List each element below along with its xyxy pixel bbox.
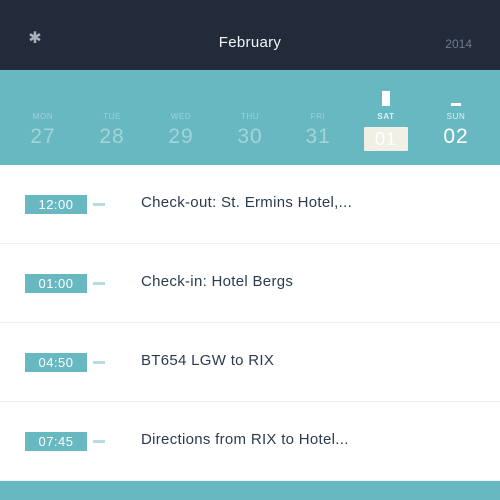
event-row[interactable]: 12:00 Check-out: St. Ermins Hotel,... (0, 165, 500, 244)
day-number: 02 (443, 125, 469, 148)
day-friday[interactable]: FRI 31 (284, 70, 352, 165)
day-number: 30 (237, 125, 263, 148)
week-strip: MON 27 TUE 28 WED 29 THU 30 FRI 31 SAT 0… (0, 70, 500, 165)
event-row[interactable]: 01:00 Check-in: Hotel Bergs (0, 244, 500, 323)
connector-line (93, 203, 105, 206)
day-number: 28 (99, 125, 125, 148)
event-time-badge: 12:00 (25, 195, 87, 214)
day-of-week-label: WED (170, 112, 192, 121)
app-header: ✱ February 2014 (0, 0, 500, 70)
day-thursday[interactable]: THU 30 (216, 70, 284, 165)
day-of-week-label: FRI (310, 112, 326, 121)
connector-line (93, 282, 105, 285)
day-sunday[interactable]: SUN 02 (422, 70, 490, 165)
event-row[interactable]: 04:50 BT654 LGW to RIX (0, 323, 500, 402)
day-tuesday[interactable]: TUE 28 (78, 70, 146, 165)
event-row[interactable]: 07:45 Directions from RIX to Hotel... (0, 402, 500, 481)
day-number: 01 (364, 127, 408, 151)
day-of-week-label: THU (240, 112, 260, 121)
event-marker (451, 103, 461, 106)
day-of-week-label: SAT (377, 112, 395, 121)
connector-line (93, 361, 105, 364)
year-label[interactable]: 2014 (445, 37, 472, 51)
event-marker (382, 91, 390, 106)
event-title: Directions from RIX to Hotel... (141, 431, 349, 448)
event-time-badge: 01:00 (25, 274, 87, 293)
event-title: Check-in: Hotel Bergs (141, 273, 294, 290)
bottom-bar[interactable] (0, 481, 500, 500)
day-saturday-selected[interactable]: SAT 01 (352, 70, 420, 165)
day-number: 29 (168, 125, 194, 148)
day-wednesday[interactable]: WED 29 (147, 70, 215, 165)
event-time-badge: 04:50 (25, 353, 87, 372)
day-of-week-label: SUN (446, 112, 466, 121)
day-of-week-label: MON (32, 112, 54, 121)
event-title: BT654 LGW to RIX (141, 352, 275, 369)
day-of-week-label: TUE (103, 112, 121, 121)
day-number: 31 (305, 125, 331, 148)
event-time-badge: 07:45 (25, 432, 87, 451)
day-number: 27 (30, 125, 56, 148)
month-title[interactable]: February (0, 34, 500, 51)
event-title: Check-out: St. Ermins Hotel,... (141, 194, 353, 211)
day-monday[interactable]: MON 27 (9, 70, 77, 165)
connector-line (93, 440, 105, 443)
